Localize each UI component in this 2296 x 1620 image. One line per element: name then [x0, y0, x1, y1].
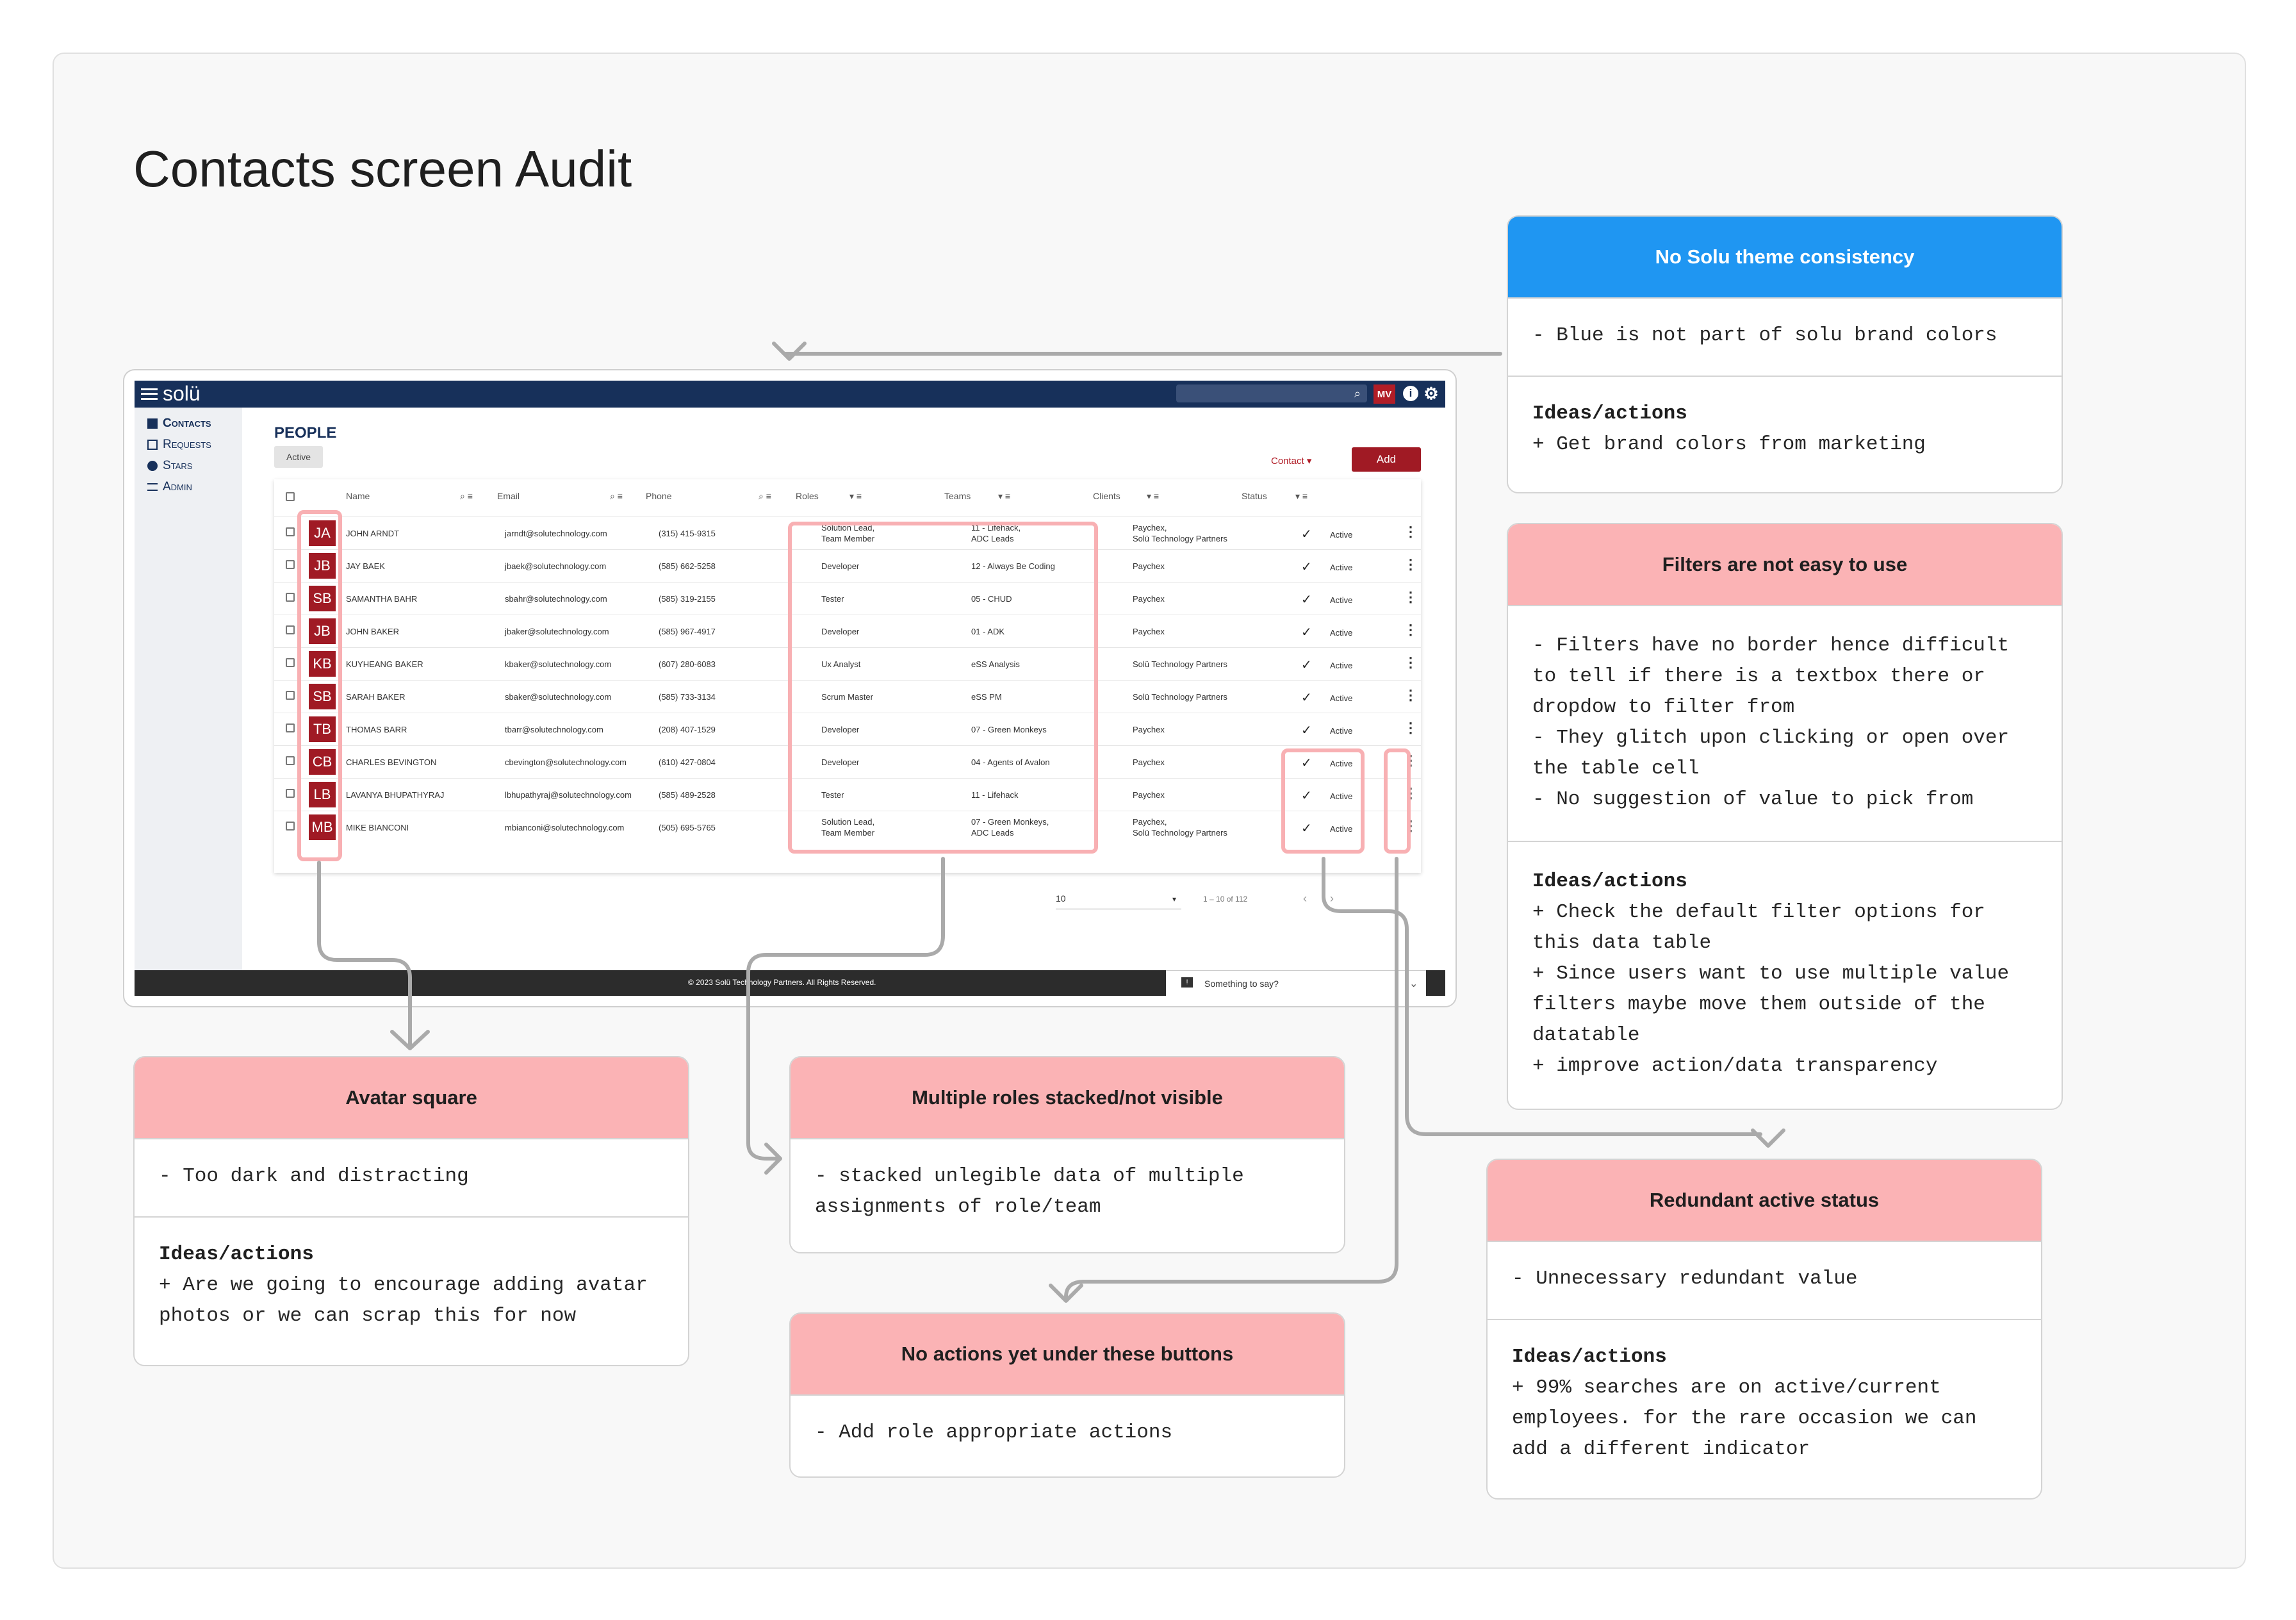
arrow-avatar: [317, 861, 412, 1046]
ideas-label: Ideas/actions: [1532, 870, 1687, 893]
note-body: - Blue is not part of solu brand colors: [1532, 324, 1997, 347]
note-ideas: Ideas/actions + 99% searches are on acti…: [1488, 1319, 2041, 1489]
ideas-label: Ideas/actions: [1512, 1346, 1667, 1368]
ideas-text: + Are we going to encourage adding avata…: [159, 1274, 648, 1327]
note-body: - Too dark and distracting: [159, 1165, 469, 1187]
note-title: No actions yet under these buttons: [791, 1314, 1344, 1396]
note-ideas: Ideas/actions + Are we going to encourag…: [135, 1216, 688, 1356]
ideas-text: + Get brand colors from marketing: [1532, 433, 1926, 456]
note-title: Avatar square: [135, 1057, 688, 1139]
note-title: Multiple roles stacked/not visible: [791, 1057, 1344, 1139]
note-status: Redundant active status - Unnecessary re…: [1486, 1159, 2042, 1500]
note-ideas: Ideas/actions + Check the default filter…: [1508, 841, 2062, 1106]
note-body: - stacked unlegible data of multiple ass…: [815, 1165, 1244, 1218]
note-actions: No actions yet under these buttons - Add…: [789, 1312, 1345, 1478]
ideas-text: + 99% searches are on active/current emp…: [1512, 1376, 1977, 1460]
note-body: - Unnecessary redundant value: [1512, 1268, 1858, 1290]
note-ideas: Ideas/actions + Get brand colors from ma…: [1508, 376, 2062, 484]
note-title: Filters are not easy to use: [1508, 524, 2062, 606]
note-filters: Filters are not easy to use - Filters ha…: [1507, 523, 2063, 1110]
ideas-label: Ideas/actions: [159, 1243, 314, 1266]
note-title: Redundant active status: [1488, 1160, 2041, 1242]
ideas-text: + Check the default filter options for t…: [1532, 901, 2010, 1077]
note-title: No Solu theme consistency: [1508, 217, 2062, 299]
note-avatar: Avatar square - Too dark and distracting…: [133, 1056, 689, 1366]
note-roles: Multiple roles stacked/not visible - sta…: [789, 1056, 1345, 1253]
note-theme-consistency: No Solu theme consistency - Blue is not …: [1507, 215, 2063, 493]
arrowhead-theme: [772, 342, 807, 361]
ideas-label: Ideas/actions: [1532, 402, 1687, 425]
note-body: - Filters have no border hence difficult…: [1532, 634, 2010, 811]
note-body: - Add role appropriate actions: [815, 1421, 1173, 1444]
arrowhead-status: [1751, 1128, 1785, 1148]
